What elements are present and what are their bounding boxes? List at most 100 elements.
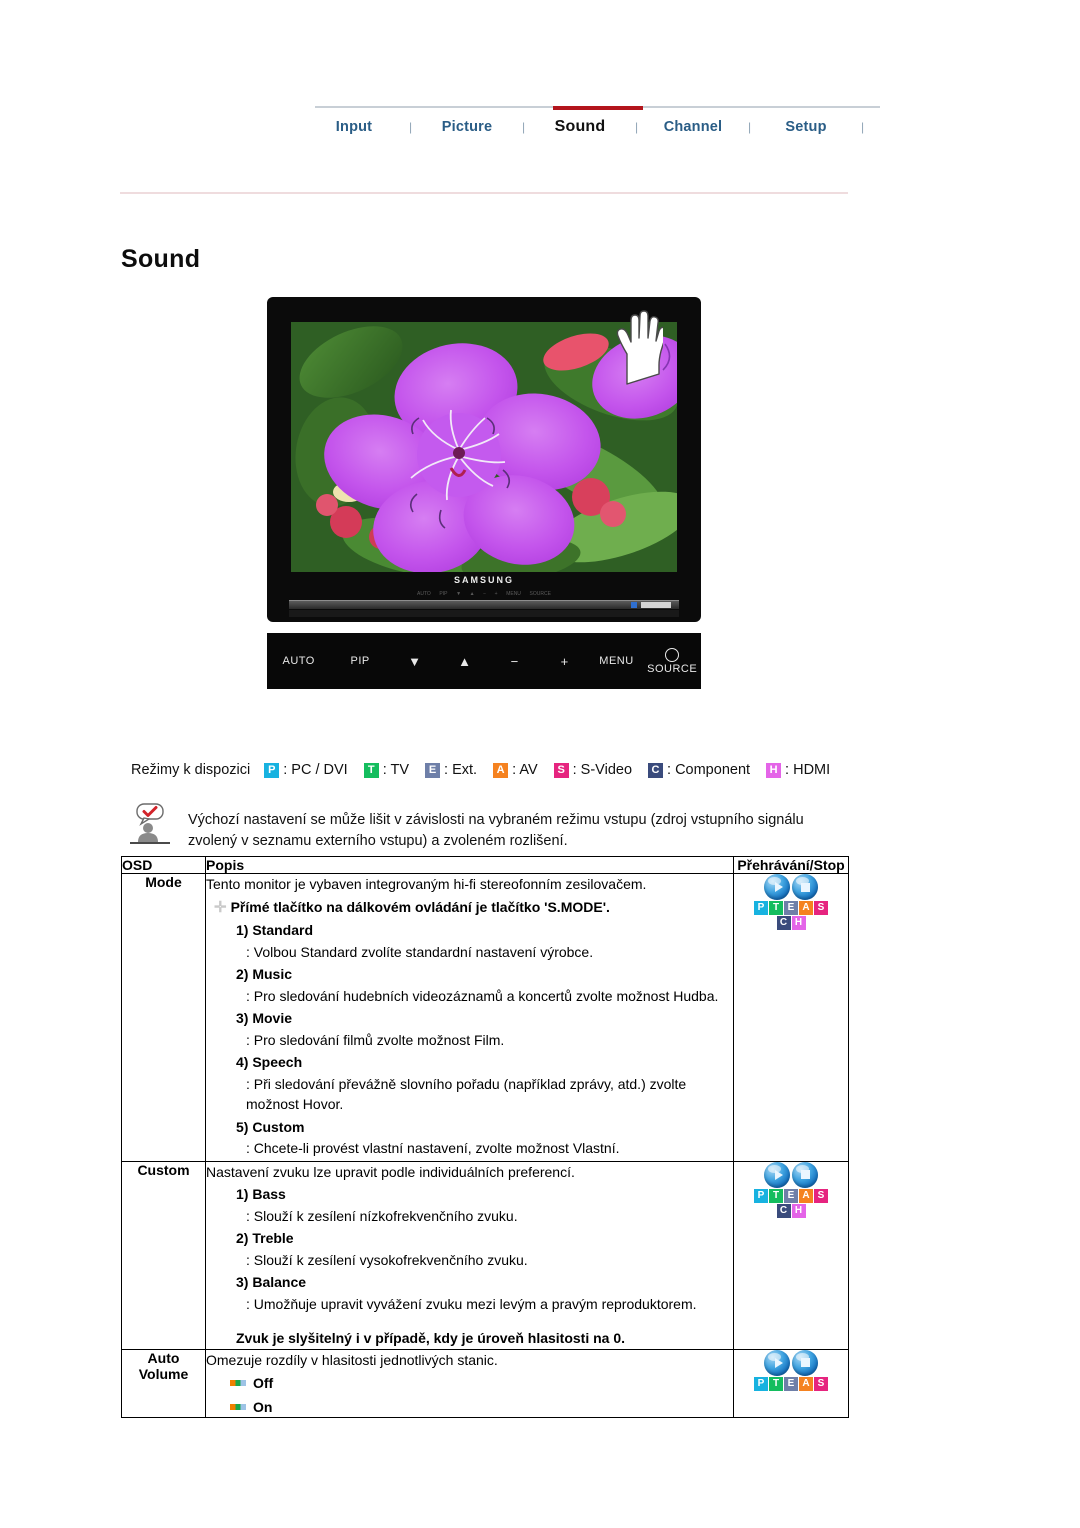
bezel-button-minus: − <box>483 591 487 597</box>
section-divider <box>120 192 848 194</box>
mode-sub-desc-3: : Pro sledování filmů zvolte možnost Fil… <box>246 1031 505 1048</box>
table-row: Auto Volume Omezuje rozdíly v hlasitosti… <box>121 1348 849 1418</box>
mode-ext-label: : Ext. <box>444 762 478 778</box>
mode-badge-t-icon: T <box>363 762 379 778</box>
power-led <box>631 602 637 608</box>
mode-badge-p-icon: P <box>264 762 280 778</box>
mode-hdmi: H : HDMI <box>766 762 830 778</box>
nav-item-input[interactable]: Input <box>315 119 393 135</box>
sound-options-table: OSD Popis Přehrávání/Stop Mode Tento mon… <box>121 856 849 1418</box>
row-osd-auto: Auto <box>147 1349 180 1366</box>
badge-p-icon: P <box>754 901 768 915</box>
mode-sub-desc-2: : Pro sledování hudebních videozáznamů a… <box>246 987 719 1004</box>
auto-volume-badges-row1: P T E A S <box>754 1376 828 1391</box>
badge-a-icon: A <box>799 1376 813 1391</box>
mode-plus-note-text: Přímé tlačítko na dálkovém ovládání je t… <box>230 898 610 915</box>
auto-volume-option-on-label: On <box>253 1398 273 1415</box>
strip-highlight <box>641 602 671 608</box>
monitor-figure: SAMSUNG AUTO PIP ▼ ▲ − + MENU SOURCE AUT… <box>267 297 701 689</box>
playback-badge-group: P T E A S C H <box>754 1161 828 1218</box>
available-modes-line: Režimy k dispozici P : PC / DVI T : TV E… <box>131 762 846 778</box>
row-desc-custom: Nastavení zvuku lze upravit podle indivi… <box>205 1160 734 1350</box>
row-osd-custom: Custom <box>121 1160 206 1350</box>
nav-separator: | <box>634 120 639 134</box>
control-up-icon[interactable]: ▲ <box>440 654 490 669</box>
badge-c-icon: C <box>776 1203 791 1218</box>
mode-sub-title-5: 5) Custom <box>236 1118 305 1135</box>
custom-sub-title-2: 2) Treble <box>236 1230 294 1246</box>
header-osd: OSD <box>121 856 206 874</box>
available-modes-label: Režimy k dispozici <box>131 762 251 778</box>
mode-component: C : Component <box>648 762 750 778</box>
control-auto[interactable]: AUTO <box>267 655 330 667</box>
badge-t-icon: T <box>769 1376 783 1391</box>
mode-tv-label: : TV <box>382 762 410 778</box>
control-plus[interactable]: + <box>540 654 590 669</box>
nav-item-channel[interactable]: Channel <box>654 119 732 135</box>
mode-badge-e-icon: E <box>425 762 441 778</box>
bezel-button-source: SOURCE <box>529 591 551 597</box>
row-playback-auto-volume: P T E A S <box>733 1348 849 1418</box>
control-source[interactable]: SOURCE <box>643 647 701 675</box>
monitor-brand-logo: SAMSUNG <box>453 575 514 585</box>
mode-component-label: : Component <box>667 762 751 778</box>
mode-badges-row2: C H <box>754 916 828 930</box>
mode-badge-a-icon: A <box>493 762 509 778</box>
control-pip[interactable]: PIP <box>330 655 390 667</box>
custom-sub-desc-1: : Slouží k zesílení nízkofrekvenčního zv… <box>246 1207 518 1224</box>
play-orb-icon <box>764 1349 790 1376</box>
bezel-button-auto: AUTO <box>417 591 431 597</box>
badge-t-icon: T <box>769 1188 783 1203</box>
auto-volume-option-off: Off <box>230 1373 733 1394</box>
control-minus[interactable]: − <box>490 654 540 669</box>
auto-volume-option-off-label: Off <box>253 1375 274 1391</box>
pointing-hand-icon <box>616 310 663 385</box>
plus-bullet-icon: ✛ <box>214 898 227 916</box>
nav-items: Input | Picture | Sound | Channel | Setu… <box>315 114 880 140</box>
row-desc-mode: Tento monitor je vybaven integrovaným hi… <box>205 873 734 1162</box>
badge-a-icon: A <box>799 1188 813 1203</box>
row-osd-auto-volume: Auto Volume <box>121 1348 206 1418</box>
note-text: Výchozí nastavení se může lišit v závisl… <box>188 812 804 849</box>
mode-pc-dvi: P : PC / DVI <box>264 762 348 778</box>
monitor-bezel-buttons: AUTO PIP ▼ ▲ − + MENU SOURCE <box>417 590 551 598</box>
mode-sub-title-1: 1) Standard <box>236 922 314 938</box>
custom-badges-row1: P T E A S <box>754 1188 828 1203</box>
mode-intro: Tento monitor je vybaven integrovaným hi… <box>206 876 647 892</box>
nav-separator: | <box>860 120 865 134</box>
control-source-label: SOURCE <box>647 662 698 675</box>
source-ring-icon <box>665 647 680 662</box>
control-menu[interactable]: MENU <box>590 655 644 667</box>
badge-e-icon: E <box>784 1376 798 1391</box>
stop-orb-icon <box>792 874 818 900</box>
badge-e-icon: E <box>784 901 798 915</box>
custom-bold-note: Zvuk je slyšitelný i v případě, kdy je ú… <box>236 1330 626 1346</box>
top-navigation: Input | Picture | Sound | Channel | Setu… <box>315 106 880 140</box>
custom-sub-title-1: 1) Bass <box>236 1186 286 1202</box>
mode-sub-title-2: 2) Music <box>236 966 293 982</box>
mode-sub-title-3: 3) Movie <box>236 1010 293 1026</box>
bezel-button-pip: PIP <box>439 591 448 597</box>
row-osd-mode: Mode <box>121 873 206 1162</box>
header-playback-stop: Přehrávání/Stop <box>733 856 849 874</box>
mode-plus-note: ✛ Přímé tlačítko na dálkovém ovládání je … <box>214 897 733 919</box>
option-bullet-icon <box>230 1380 246 1387</box>
row-osd-volume: Volume <box>138 1365 189 1382</box>
badge-t-icon: T <box>769 901 783 915</box>
nav-item-setup[interactable]: Setup <box>767 119 845 135</box>
row-desc-auto-volume: Omezuje rozdíly v hlasitosti jednotlivýc… <box>205 1348 734 1418</box>
nav-item-picture[interactable]: Picture <box>428 119 506 135</box>
control-down-icon[interactable]: ▼ <box>390 654 440 669</box>
nav-item-sound[interactable]: Sound <box>541 118 619 136</box>
mode-badge-c-icon: C <box>648 762 664 778</box>
row-playback-custom: P T E A S C H <box>733 1160 849 1350</box>
nav-separator: | <box>521 120 526 134</box>
auto-volume-intro: Omezuje rozdíly v hlasitosti jednotlivýc… <box>206 1351 498 1368</box>
badge-h-icon: H <box>791 916 806 930</box>
mode-pc-dvi-label: : PC / DVI <box>283 762 348 778</box>
monitor-bottom-strip <box>289 600 679 609</box>
note-person-icon <box>130 803 170 844</box>
table-header-row: OSD Popis Přehrávání/Stop <box>121 856 849 874</box>
bezel-button-down: ▼ <box>456 591 462 597</box>
playback-orbs <box>754 874 828 900</box>
